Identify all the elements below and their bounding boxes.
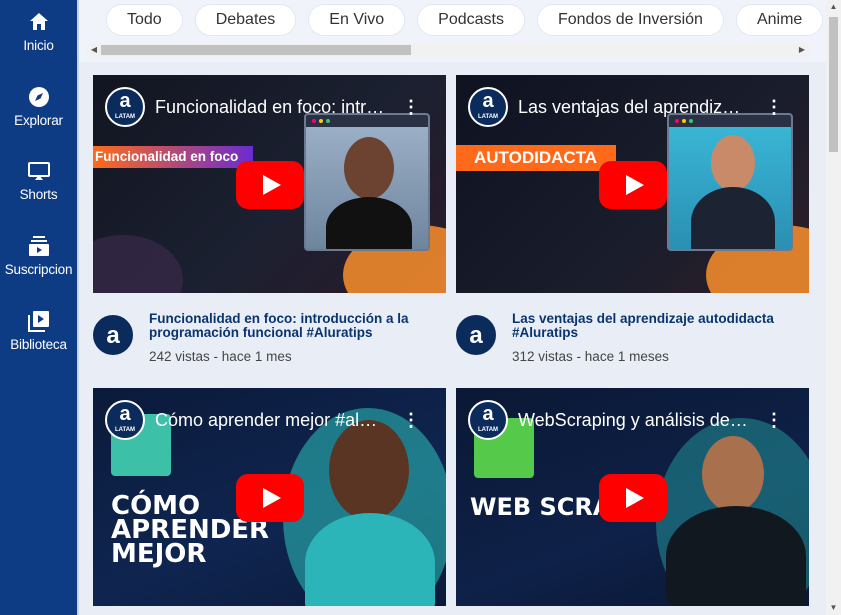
more-options-icon[interactable]: ⋮ <box>402 97 420 117</box>
channel-logo[interactable]: a LATAM <box>105 400 145 440</box>
thumbnail-title: Cómo aprender mejor #alu… <box>155 410 385 430</box>
horizontal-scrollbar[interactable]: ◀ ▶ <box>87 43 809 57</box>
sidebar-item-explorar[interactable]: Explorar <box>0 85 77 147</box>
compass-icon <box>28 87 49 107</box>
chip-podcasts[interactable]: Podcasts <box>418 5 524 35</box>
thumbnail-title: WebScraping y análisis de … <box>518 410 748 430</box>
more-options-icon[interactable]: ⋮ <box>765 410 783 430</box>
thumbnail-title: Funcionalidad en foco: intr… <box>155 97 385 117</box>
horizontal-scroll-thumb[interactable] <box>101 45 411 55</box>
channel-logo[interactable]: a LATAM <box>468 400 508 440</box>
video-stats: 312 vistas - hace 1 meses <box>512 349 669 364</box>
video-title[interactable]: Funcionalidad en foco: introducción a la… <box>149 312 439 340</box>
play-button[interactable] <box>599 161 667 209</box>
more-options-icon[interactable]: ⋮ <box>765 97 783 117</box>
channel-avatar[interactable]: a <box>456 315 496 355</box>
sidebar-item-label: Suscripcion <box>4 262 73 277</box>
channel-logo[interactable]: a LATAM <box>468 87 508 127</box>
scroll-up-arrow-icon[interactable]: ▲ <box>826 0 841 14</box>
video-card[interactable]: WEB SCRA a LATAM WebScraping y análisis d… <box>456 388 809 606</box>
video-thumbnail[interactable]: WEB SCRA a LATAM WebScraping y análisis d… <box>456 388 809 606</box>
thumbnail-overlay-text: Funcionalidad en foco <box>93 146 253 168</box>
play-button[interactable] <box>236 161 304 209</box>
scroll-right-arrow-icon[interactable]: ▶ <box>795 43 809 57</box>
video-thumbnail[interactable]: Funcionalidad en foco a LATAM Funcionalid… <box>93 75 446 293</box>
sidebar-item-suscripcion[interactable]: Suscripcion <box>0 234 77 296</box>
shorts-icon <box>27 162 50 180</box>
chip-fondos-de-inversion[interactable]: Fondos de Inversión <box>537 5 723 35</box>
video-thumbnail[interactable]: CÓMO APRENDER MEJOR a LATAM Cómo aprender… <box>93 388 446 606</box>
video-meta: a Las ventajas del aprendizaje autodidac… <box>456 293 809 388</box>
video-card[interactable]: CÓMO APRENDER MEJOR a LATAM Cómo aprender… <box>93 388 446 606</box>
sidebar-item-label: Shorts <box>19 187 58 202</box>
thumbnail-overlay-text: WEB SCRA <box>470 493 612 521</box>
chip-bar: Todo Debates En Vivo Podcasts Fondos de Inve… <box>79 0 826 62</box>
sidebar-item-biblioteca[interactable]: Biblioteca <box>0 309 77 371</box>
video-card[interactable]: AUTODIDACTA a LATAM Las ventajas del apre… <box>456 75 809 388</box>
subscriptions-icon <box>28 236 49 256</box>
more-options-icon[interactable]: ⋮ <box>402 410 420 430</box>
vertical-scrollbar[interactable]: ▲ ▼ <box>826 0 841 615</box>
home-icon <box>29 13 48 30</box>
thumbnail-title: Las ventajas del aprendizaj… <box>518 97 748 117</box>
sidebar-item-inicio[interactable]: Inicio <box>0 10 77 72</box>
scroll-left-arrow-icon[interactable]: ◀ <box>87 43 101 57</box>
main-content: Todo Debates En Vivo Podcasts Fondos de Inve… <box>77 0 826 615</box>
sidebar-item-label: Inicio <box>23 38 54 53</box>
sidebar: Inicio Explorar Shorts Suscripcion Bibli… <box>0 0 77 615</box>
chip-anime[interactable]: Anime <box>736 5 823 35</box>
sidebar-item-shorts[interactable]: Shorts <box>0 159 77 221</box>
channel-avatar[interactable]: a <box>93 315 133 355</box>
chip-todo[interactable]: Todo <box>107 5 182 35</box>
thumbnail-overlay-text: AUTODIDACTA <box>456 145 616 171</box>
scroll-down-arrow-icon[interactable]: ▼ <box>826 601 841 615</box>
video-meta: a Funcionalidad en foco: introducción a … <box>93 293 446 388</box>
play-button[interactable] <box>599 474 667 522</box>
vertical-scroll-thumb[interactable] <box>829 17 838 152</box>
webcam-frame <box>304 113 430 251</box>
play-button[interactable] <box>236 474 304 522</box>
library-icon <box>27 311 49 332</box>
video-card[interactable]: Funcionalidad en foco a LATAM Funcionalid… <box>93 75 446 388</box>
sidebar-item-label: Biblioteca <box>10 337 67 352</box>
sidebar-item-label: Explorar <box>14 113 63 128</box>
video-title[interactable]: Las ventajas del aprendizaje autodidacta… <box>512 312 802 340</box>
chip-en-vivo[interactable]: En Vivo <box>309 5 405 35</box>
video-thumbnail[interactable]: AUTODIDACTA a LATAM Las ventajas del apre… <box>456 75 809 293</box>
chip-debates[interactable]: Debates <box>195 5 296 35</box>
video-stats: 242 vistas - hace 1 mes <box>149 349 292 364</box>
channel-logo[interactable]: a LATAM <box>105 87 145 127</box>
webcam-frame <box>667 113 793 251</box>
